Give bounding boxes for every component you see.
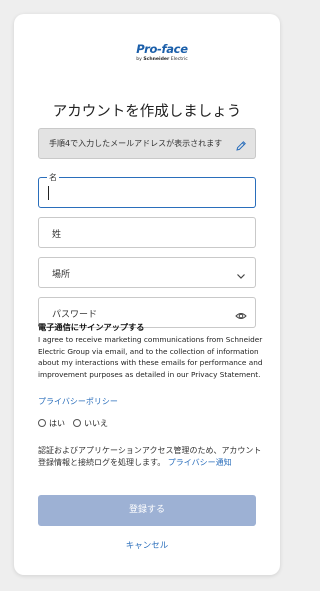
text-caret (48, 186, 50, 200)
pencil-icon[interactable] (235, 137, 247, 151)
signup-card: Pro-face by Schneider Electric アカウントを作成し… (14, 14, 280, 575)
last-name-field[interactable]: 姓 (38, 217, 256, 248)
radio-yes-circle[interactable] (38, 419, 46, 427)
privacy-notice-link[interactable]: プライバシー通知 (168, 458, 232, 467)
logo-byline: by Schneider Electric (136, 57, 188, 62)
chevron-down-icon (235, 267, 247, 279)
first-name-label: 名 (47, 172, 59, 183)
radio-no-label: いいえ (84, 418, 108, 428)
consent-text: I agree to receive marketing communicati… (38, 335, 263, 379)
logo-wordmark: Pro-face (136, 42, 188, 56)
eye-icon[interactable] (235, 307, 247, 319)
email-display: 手順4で入力したメールアドレスが表示されます (38, 128, 256, 159)
radio-yes[interactable]: はい (38, 418, 65, 429)
radio-no[interactable]: いいえ (73, 418, 108, 429)
register-button[interactable]: 登録する (38, 495, 256, 526)
location-placeholder: 場所 (52, 270, 71, 280)
page-title: アカウントを作成しましょう (52, 104, 242, 120)
consent-radio-group: はい いいえ (38, 417, 116, 429)
consent-heading: 電子通信にサインアップする (38, 322, 145, 332)
radio-yes-label: はい (49, 418, 65, 428)
privacy-policy-link[interactable]: プライバシーポリシー (38, 396, 118, 407)
last-name-placeholder: 姓 (52, 230, 62, 240)
brand-logo: Pro-face by Schneider Electric (132, 42, 192, 78)
radio-no-circle[interactable] (73, 419, 81, 427)
location-select[interactable]: 場所 (38, 257, 256, 288)
password-placeholder: パスワード (52, 310, 98, 320)
cancel-link[interactable]: キャンセル (14, 539, 280, 551)
first-name-field[interactable]: 名 (38, 172, 256, 208)
email-display-text: 手順4で入力したメールアドレスが表示されます (49, 139, 223, 148)
privacy-notice: 認証およびアプリケーションアクセス管理のため、アカウント登録情報と接続ログを処理… (38, 445, 264, 470)
